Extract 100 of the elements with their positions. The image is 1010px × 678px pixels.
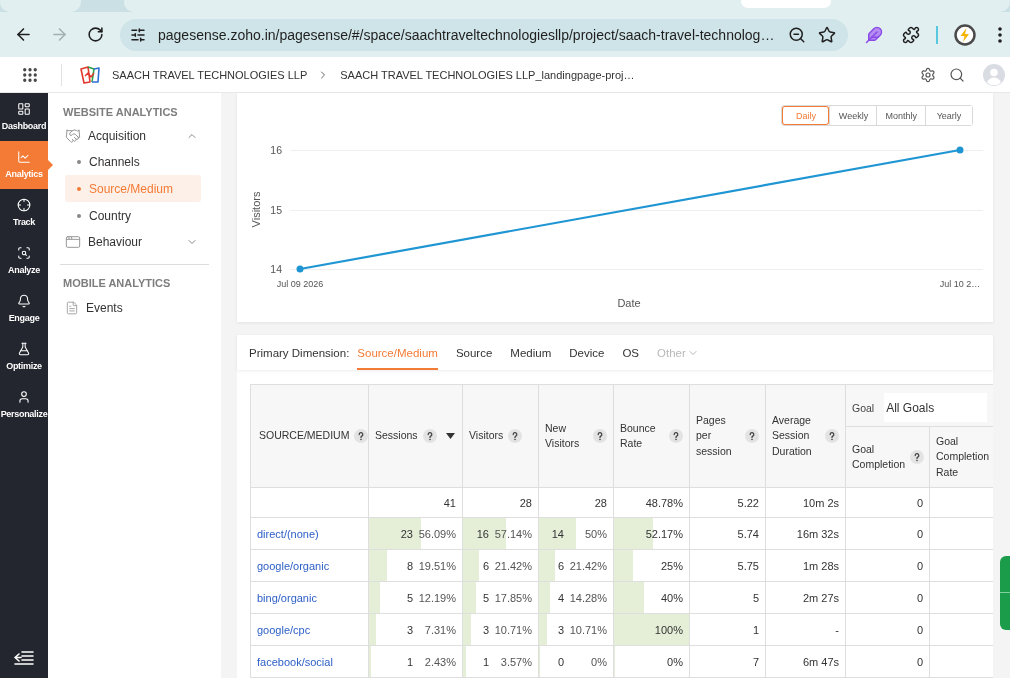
percent-value: 10.71%: [493, 623, 532, 636]
star-icon[interactable]: [818, 25, 836, 44]
data-point[interactable]: [956, 146, 964, 154]
breadcrumb-link[interactable]: SAACH TRAVEL TECHNOLOGIES LLP_landingpage-proj…: [340, 68, 635, 81]
help-icon[interactable]: [508, 429, 523, 443]
percent-value: 40%: [660, 591, 683, 604]
table-cell: 5.74: [689, 517, 766, 550]
column-header: New Visitors: [545, 420, 581, 451]
table-cell: 41: [368, 487, 463, 518]
table-cell: 6m 47s: [765, 645, 846, 678]
dimension-tab[interactable]: OS: [622, 335, 639, 370]
sidebar-item[interactable]: Events: [63, 296, 209, 320]
help-icon[interactable]: [669, 429, 683, 443]
table-cell: 0: [845, 549, 930, 582]
source-link[interactable]: google/cpc: [257, 623, 311, 636]
table-cell: -: [765, 613, 846, 646]
table-cell: 5.75: [689, 549, 766, 582]
axis-title: Date: [617, 297, 641, 309]
count-value: 6: [557, 559, 564, 572]
percent-value: 7.31%: [423, 623, 456, 636]
table-cell: 0: [845, 517, 930, 550]
percent-value: 25%: [660, 559, 683, 572]
percent-value: 21.42%: [493, 559, 532, 572]
percent-value: 50%: [583, 527, 607, 540]
count-value: 1: [406, 655, 413, 668]
dimension-tab[interactable]: Source: [455, 335, 493, 370]
column-header: Pages per session: [696, 413, 733, 459]
address-field[interactable]: pagesense.zoho.in/pagesense/#/space/saachtraveltechnologiesllp/project/saach-travel-technolog…: [120, 18, 848, 51]
count-value: 3: [482, 623, 489, 636]
table-cell: 0: [845, 613, 930, 646]
help-icon[interactable]: [422, 429, 437, 443]
table-cell: 28: [538, 487, 614, 518]
window-icon: [65, 234, 81, 250]
sort-descending-icon[interactable]: [445, 433, 455, 439]
percent-value: 10.71%: [568, 623, 607, 636]
sidebar-item[interactable]: Country: [65, 202, 201, 229]
zoom-out-icon[interactable]: [788, 25, 806, 44]
count-value: 16: [476, 527, 489, 540]
nav-item[interactable]: Optimize: [0, 333, 48, 381]
count-value: 5: [482, 591, 489, 604]
column-header: Goal Completion: [852, 441, 906, 472]
nav-item[interactable]: Analyze: [0, 237, 48, 285]
percent-value: 52.17%: [645, 527, 683, 540]
help-icon[interactable]: [593, 429, 607, 443]
goal-select[interactable]: All Goals: [884, 393, 987, 422]
table-cell: 1: [689, 613, 766, 646]
count-value: 5: [406, 591, 413, 604]
nav-item[interactable]: Engage: [0, 285, 48, 333]
nav-item[interactable]: Dashboard: [0, 93, 48, 141]
percent-value: 2.43%: [423, 655, 456, 668]
nav-item[interactable]: Personalize: [0, 381, 48, 429]
percent-value: 17.85%: [493, 591, 532, 604]
count-value: 0: [557, 655, 564, 668]
reload-icon: [86, 26, 104, 43]
table-cell: 2m 27s: [765, 581, 846, 614]
table-cell: 7: [689, 645, 766, 678]
crosshair-icon: [17, 198, 31, 212]
table-cell: 48.78%: [613, 487, 690, 518]
search-icon[interactable]: [949, 66, 965, 83]
percent-value: 19.51%: [417, 559, 456, 572]
period-button[interactable]: Yearly: [925, 106, 972, 125]
puzzle-icon: [902, 25, 920, 44]
source-link[interactable]: bing/organic: [257, 591, 317, 604]
help-icon[interactable]: [354, 429, 369, 443]
flask-icon: [17, 342, 31, 356]
dimension-tab[interactable]: Medium: [510, 335, 552, 370]
sidebar-item[interactable]: Channels: [65, 148, 201, 175]
count-value: 23: [400, 527, 413, 540]
bullet-icon: [77, 159, 81, 164]
percent-value: 0%: [590, 655, 607, 668]
site-settings-icon[interactable]: [130, 26, 146, 43]
url-text: pagesense.zoho.in/pagesense/#/space/saachtraveltechnologiesllp/project/saach-travel-technolog…: [158, 26, 776, 43]
document-icon: [65, 301, 79, 315]
user-icon: [17, 390, 31, 404]
apps-grid-icon[interactable]: [21, 65, 39, 84]
collapse-button[interactable]: [14, 650, 34, 666]
nav-item[interactable]: Track: [0, 189, 48, 237]
sidebar-group[interactable]: Behaviour: [63, 230, 209, 254]
collapse-icon: [14, 651, 34, 665]
column-header: Sessions: [375, 428, 418, 444]
table-cell: 5.22: [689, 487, 766, 518]
goal-label: Goal: [852, 401, 875, 414]
percent-value: 3.57%: [499, 655, 532, 668]
help-icon[interactable]: [825, 429, 839, 443]
count-value: 6: [482, 559, 489, 572]
breadcrumb-link[interactable]: SAACH TRAVEL TECHNOLOGIES LLP: [112, 68, 308, 81]
axis-tick-label: Jul 10 2…: [939, 279, 981, 289]
axis-tick-label: 14: [270, 263, 282, 275]
help-icon[interactable]: [745, 429, 759, 443]
percent-value: 14.28%: [568, 591, 607, 604]
axis-tick-label: 15: [270, 203, 282, 216]
settings-icon[interactable]: [920, 66, 936, 83]
section-title: MOBILE ANALYTICS: [63, 276, 172, 291]
feather-icon: [865, 25, 883, 44]
percent-value: 56.09%: [417, 527, 456, 540]
help-icon[interactable]: [910, 450, 925, 464]
table-cell: 5: [689, 581, 766, 614]
dimension-tab[interactable]: Device: [569, 335, 605, 370]
data-point[interactable]: [296, 265, 304, 273]
sidebar-group[interactable]: Acquisition: [63, 124, 209, 148]
